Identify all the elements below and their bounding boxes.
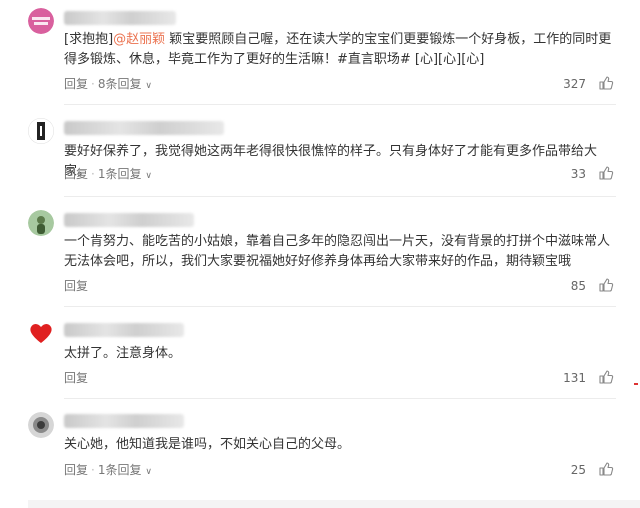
reply-button[interactable]: 回复 xyxy=(64,167,88,181)
avatar-image xyxy=(28,8,54,34)
divider xyxy=(64,398,616,399)
reply-button[interactable]: 回复 xyxy=(64,463,88,477)
thumbs-up-icon[interactable] xyxy=(598,165,614,181)
avatar-image xyxy=(28,210,54,236)
view-replies-button[interactable]: 8条回复 ∨ xyxy=(98,77,152,91)
avatar[interactable] xyxy=(28,412,54,438)
username-blurred[interactable] xyxy=(64,323,184,337)
username-blurred[interactable] xyxy=(64,213,194,227)
divider xyxy=(64,306,616,307)
avatar-image xyxy=(28,118,54,144)
avatar[interactable] xyxy=(28,320,54,346)
view-replies-button[interactable]: 1条回复 ∨ xyxy=(98,167,152,181)
username-blurred[interactable] xyxy=(64,121,224,135)
comment-text: [求抱抱]@赵丽颖 颖宝要照顾自己喔，还在读大学的宝宝们更要锻炼一个好身板，工作… xyxy=(64,32,612,67)
username-blurred[interactable] xyxy=(64,11,176,25)
comment-text: 太拼了。注意身体。 xyxy=(64,346,182,361)
chevron-down-icon: ∨ xyxy=(145,171,152,181)
avatar[interactable] xyxy=(28,210,54,236)
reply-button[interactable]: 回复 xyxy=(64,371,88,385)
divider xyxy=(64,104,616,105)
edge-marker xyxy=(634,383,638,385)
chevron-down-icon: ∨ xyxy=(145,81,152,91)
comment-actions: 回复 · 8条回复 ∨ xyxy=(64,77,152,91)
avatar[interactable] xyxy=(28,118,54,144)
like-count: 85 xyxy=(570,279,586,293)
thumbs-up-icon[interactable] xyxy=(598,461,614,477)
thumbs-up-icon[interactable] xyxy=(598,369,614,385)
comment-actions: 回复 xyxy=(64,370,88,386)
heart-avatar-icon xyxy=(30,324,52,343)
username-blurred[interactable] xyxy=(64,414,184,428)
reply-button[interactable]: 回复 xyxy=(64,279,88,293)
comment-actions: 回复 · 1条回复 ∨ xyxy=(64,463,152,477)
like-count: 131 xyxy=(563,371,586,385)
like-count: 33 xyxy=(570,167,586,181)
avatar[interactable] xyxy=(28,8,54,34)
comment-actions: 回复 · 1条回复 ∨ xyxy=(64,167,152,181)
mention-link[interactable]: @赵丽颖 xyxy=(113,32,165,47)
view-replies-button[interactable]: 1条回复 ∨ xyxy=(98,463,152,477)
like-count: 327 xyxy=(563,77,586,91)
thumbs-up-icon[interactable] xyxy=(598,75,614,91)
bottom-bar xyxy=(28,500,640,508)
chevron-down-icon: ∨ xyxy=(145,467,152,477)
reply-button[interactable]: 回复 xyxy=(64,77,88,91)
comment-text: 关心她，他知道我是谁吗，不如关心自己的父母。 xyxy=(64,437,351,452)
avatar-image xyxy=(28,412,54,438)
thumbs-up-icon[interactable] xyxy=(598,277,614,293)
comment-actions: 回复 xyxy=(64,278,88,294)
divider xyxy=(64,196,616,197)
like-count: 25 xyxy=(570,463,586,477)
comment-text: 一个肯努力、能吃苦的小姑娘，靠着自己多年的隐忍闯出一片天，没有背景的打拼个中滋味… xyxy=(64,234,611,269)
